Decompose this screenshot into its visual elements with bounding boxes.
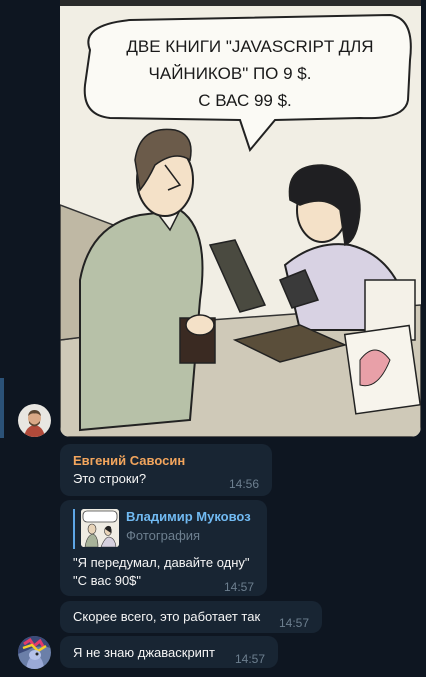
message-bubble[interactable]: Скорее всего, это работает так 14:57: [60, 601, 322, 633]
speech-line-2: ЧАЙНИКОВ" ПО 9 $.: [149, 64, 312, 83]
photo-message[interactable]: ДВЕ КНИГИ "JAVASCRIPT ДЛЯ ЧАЙНИКОВ" ПО 9…: [60, 0, 421, 437]
reply-thumbnail[interactable]: [81, 509, 119, 547]
message-time: 14:57: [235, 652, 266, 666]
message-bubble[interactable]: Евгений Савосин Это строки? 14:56: [60, 444, 272, 496]
message-text: Я не знаю джаваскрипт: [73, 645, 215, 660]
message-bubble[interactable]: Владимир Муковоз Фотография "Я передумал…: [60, 500, 267, 596]
message-time: 14:57: [224, 580, 255, 594]
user-avatar-icon: [18, 636, 51, 669]
message-text: Скорее всего, это работает так: [73, 609, 261, 624]
sender-name[interactable]: Евгений Савосин: [73, 452, 185, 470]
reply-kind: Фотография: [126, 528, 201, 543]
chat-selection-accent: [0, 378, 4, 438]
reply-bar: [73, 509, 75, 549]
reply-author[interactable]: Владимир Муковоз: [126, 508, 251, 526]
avatar[interactable]: [18, 404, 51, 437]
message-time: 14:57: [279, 616, 310, 630]
message-text-line-1: "Я передумал, давайте одну": [73, 555, 250, 570]
speech-line-3: С ВАС 99 $.: [198, 91, 292, 110]
cartoon-image[interactable]: ДВЕ КНИГИ "JAVASCRIPT ДЛЯ ЧАЙНИКОВ" ПО 9…: [60, 0, 421, 437]
avatar[interactable]: [18, 636, 51, 669]
message-text: Это строки?: [73, 471, 147, 486]
message-bubble[interactable]: Я не знаю джаваскрипт 14:57: [60, 636, 278, 668]
photo-thumbnail-icon: [81, 509, 119, 547]
message-text-line-2: "С вас 90$": [73, 573, 142, 588]
user-avatar-icon: [18, 404, 51, 437]
speech-line-1: ДВЕ КНИГИ "JAVASCRIPT ДЛЯ: [126, 37, 373, 56]
message-time: 14:56: [229, 477, 260, 491]
